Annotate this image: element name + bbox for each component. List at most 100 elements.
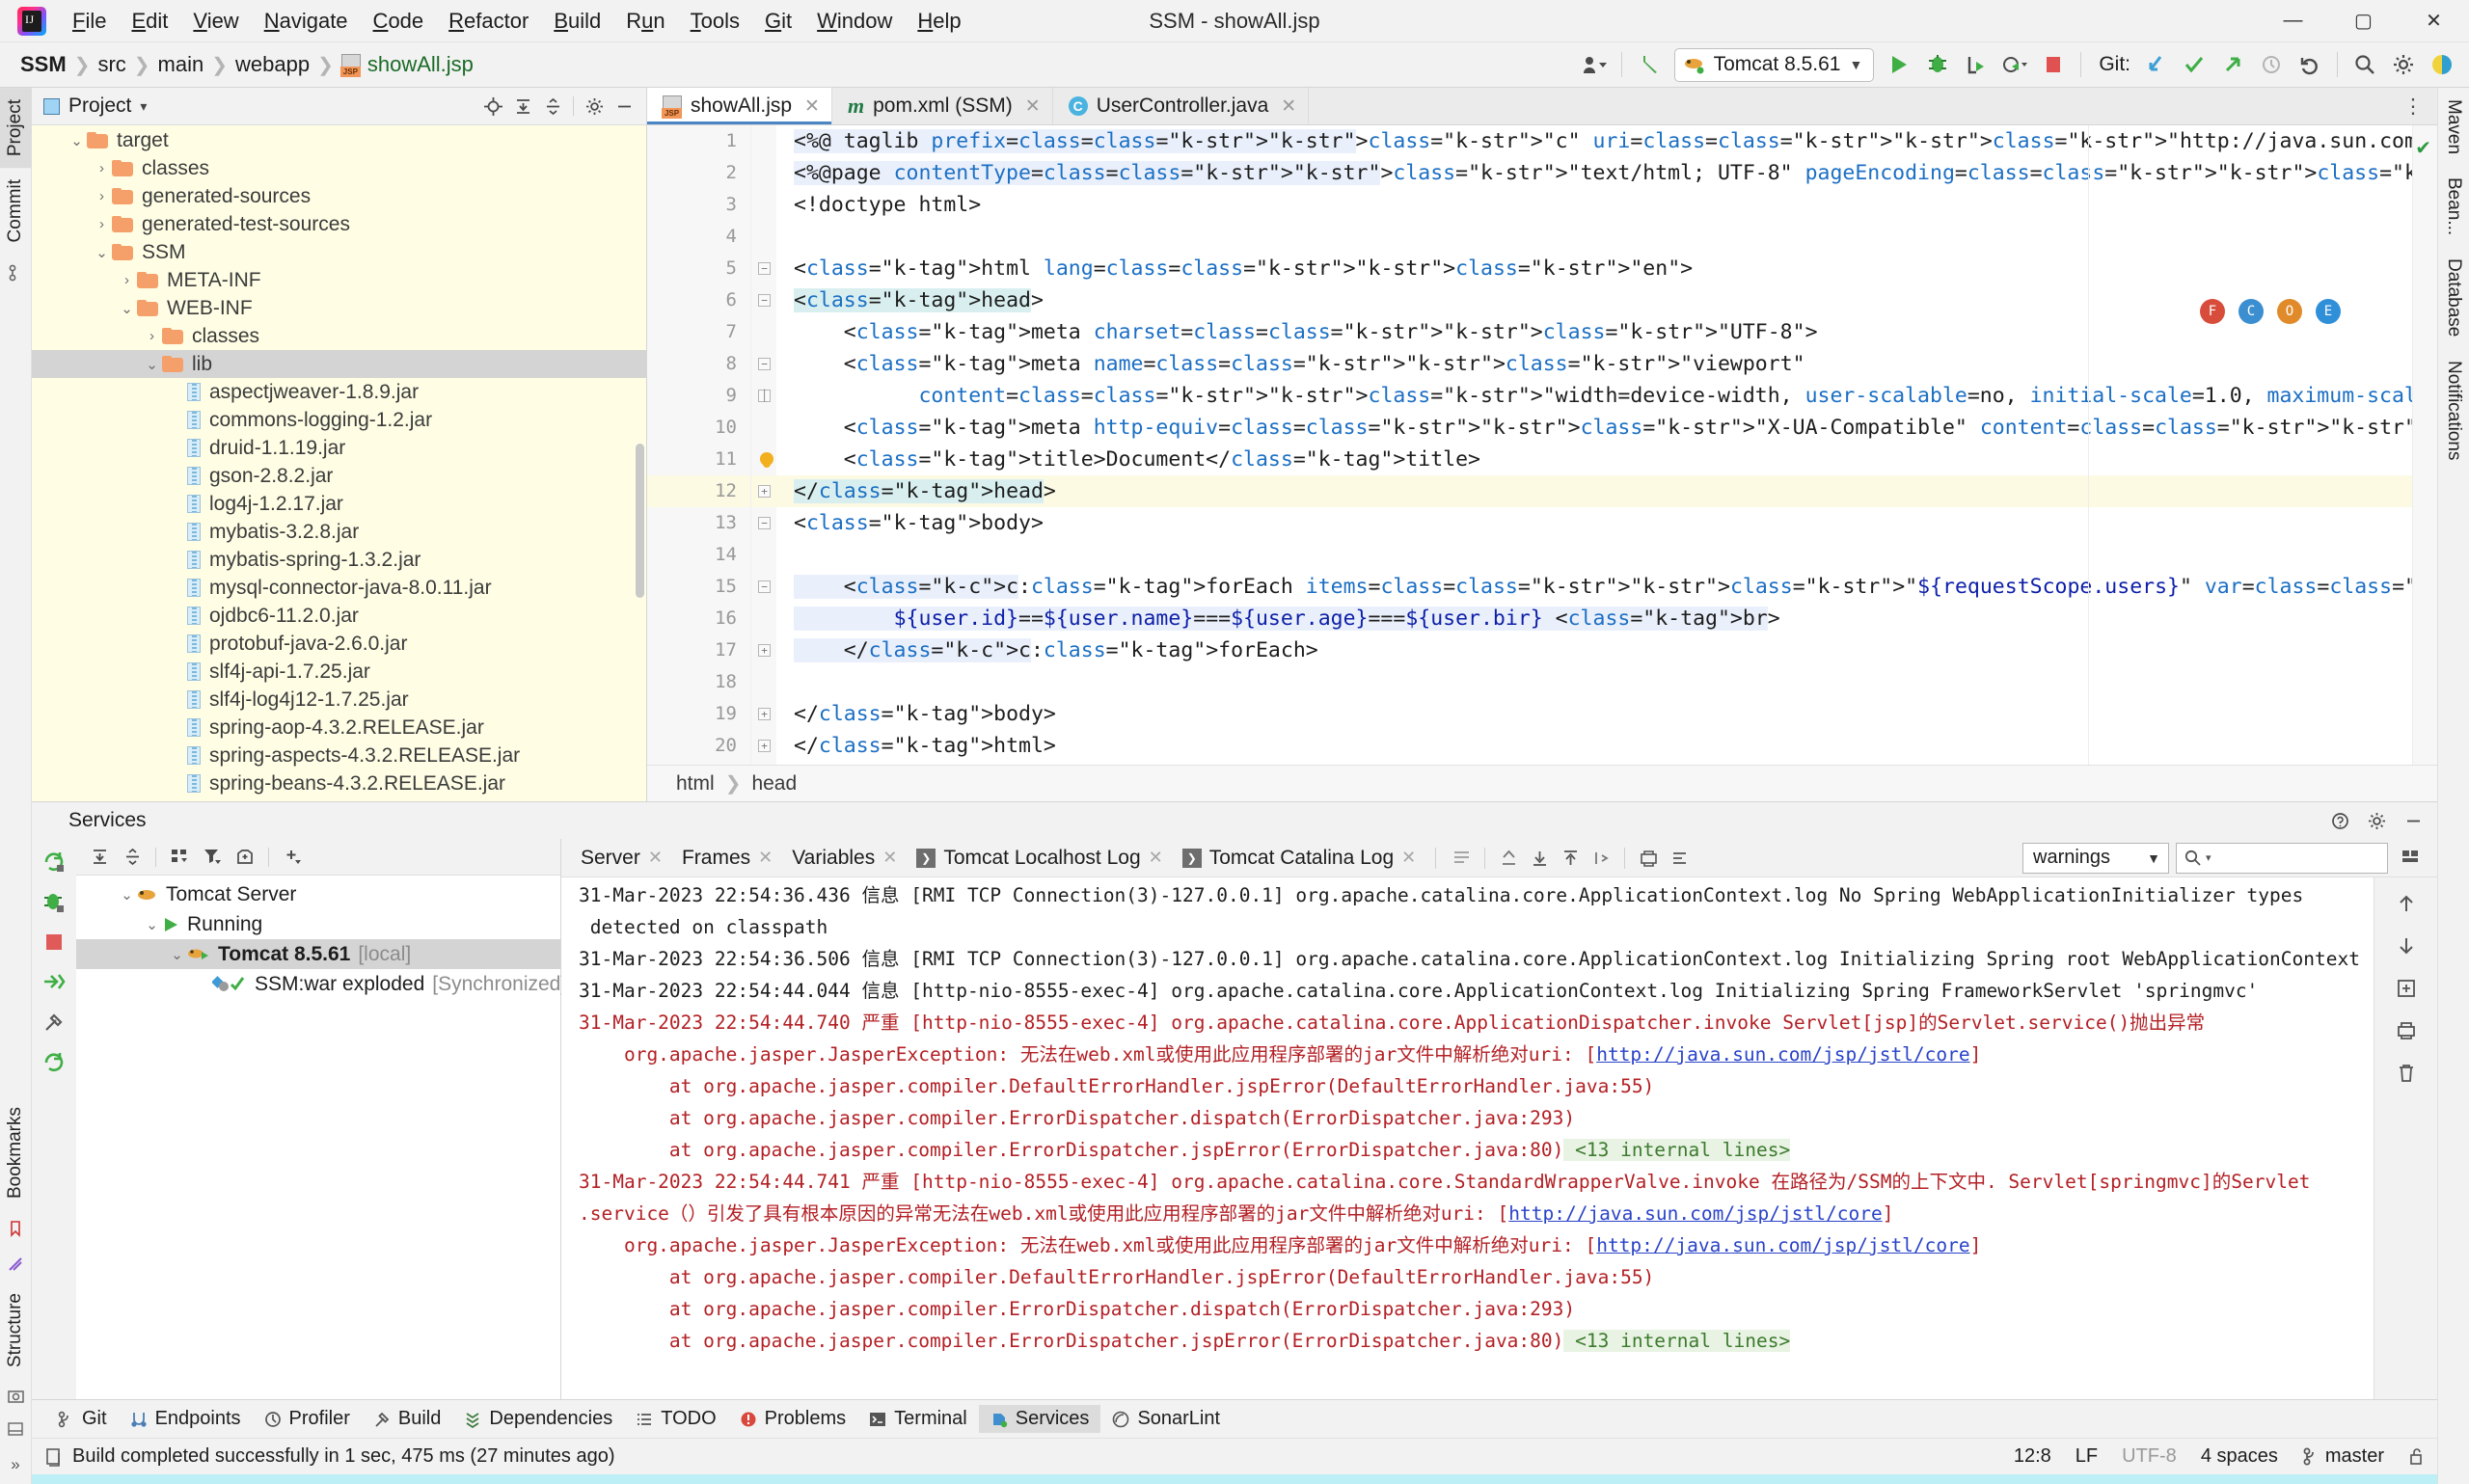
tab-usercontroller-java[interactable]: C UserController.java ✕ — [1053, 88, 1310, 124]
code-line[interactable]: <%@page contentType=class=class="k-str">… — [776, 157, 2437, 189]
build-hammer-icon[interactable] — [42, 1011, 66, 1034]
console-output[interactable]: 31-Mar-2023 22:54:36.436 信息 [RMI TCP Con… — [561, 877, 2374, 1399]
project-tree-row[interactable]: › generated-sources — [32, 182, 646, 210]
edge-preview-icon[interactable]: E — [2316, 299, 2341, 324]
fold-marker[interactable] — [751, 412, 776, 444]
sidebar-item-notifications[interactable]: Notifications — [2437, 349, 2469, 472]
project-tree-row[interactable]: protobuf-java-2.6.0.jar — [32, 630, 646, 658]
project-tree-row[interactable]: aspectjweaver-1.8.9.jar — [32, 378, 646, 406]
project-tree-row[interactable]: ojdbc6-11.2.0.jar — [32, 602, 646, 630]
print-icon[interactable] — [1633, 844, 1664, 873]
print-icon[interactable] — [2396, 1020, 2417, 1041]
minimize-button[interactable]: — — [2258, 0, 2328, 41]
refresh-icon[interactable] — [42, 1051, 66, 1074]
fold-marker[interactable] — [751, 316, 776, 348]
run-icon[interactable] — [1880, 46, 1918, 83]
tree-twisty-icon[interactable]: ⌄ — [167, 946, 187, 963]
breadcrumb[interactable]: SSM ❯ src ❯ main ❯ webapp ❯ JSP showAll.… — [14, 50, 480, 79]
console-search-input[interactable]: ▾ — [2176, 842, 2388, 874]
scroll-up-icon[interactable] — [1493, 844, 1524, 873]
tree-twisty-icon[interactable]: ⌄ — [117, 300, 137, 317]
close-icon[interactable]: ✕ — [804, 95, 820, 118]
services-tree[interactable]: ⌄ Tomcat Server ⌄ Running ⌄ Tomcat 8.5.61 [loc… — [76, 876, 566, 1399]
code-line[interactable]: <class="k-tag">meta charset=class=class=… — [776, 316, 2437, 348]
console-link[interactable]: http://java.sun.com/jsp/jstl/core — [1596, 1043, 1969, 1066]
code-line[interactable]: <class="k-tag">meta name=class=class="k-… — [776, 348, 2437, 380]
services-tree-row[interactable]: ⌄ Tomcat 8.5.61 [local] — [76, 939, 560, 969]
settings-icon[interactable] — [2362, 806, 2391, 835]
project-panel-title-group[interactable]: Project ▾ — [43, 94, 147, 118]
menu-item-refactor[interactable]: Refactor — [436, 5, 541, 38]
export-icon[interactable] — [2396, 978, 2417, 999]
tool-window-problems[interactable]: Problems — [728, 1405, 857, 1433]
close-icon[interactable]: ✕ — [758, 848, 773, 868]
internal-lines-badge[interactable]: <13 internal lines> — [1563, 1330, 1791, 1352]
project-tree-row[interactable]: gson-2.8.2.jar — [32, 462, 646, 490]
hide-icon[interactable] — [2399, 806, 2428, 835]
locate-icon[interactable] — [478, 92, 507, 121]
code-line[interactable]: </class="k-tag">body> — [776, 698, 2437, 730]
log-level-select[interactable]: warnings ▼ — [2022, 842, 2169, 874]
firefox-preview-icon[interactable]: F — [2200, 299, 2225, 324]
project-tree-row[interactable]: ⌄ target — [32, 126, 646, 154]
project-tree-row[interactable]: slf4j-log4j12-1.7.25.jar — [32, 686, 646, 714]
settings-icon[interactable] — [580, 92, 609, 121]
fold-marker[interactable] — [751, 221, 776, 253]
menu-item-code[interactable]: Code — [361, 5, 437, 38]
clear-icon[interactable] — [1664, 844, 1695, 873]
tab-pom-xml[interactable]: m pom.xml (SSM) ✕ — [832, 88, 1053, 124]
tool-window-git[interactable]: Git — [45, 1405, 119, 1433]
fold-marker[interactable] — [751, 603, 776, 634]
fold-marker[interactable]: + — [751, 698, 776, 730]
editor-marker-strip[interactable]: ✔ — [2412, 125, 2437, 765]
sidebar-item-structure[interactable]: Structure — [0, 1282, 32, 1379]
scroll-up-arrow-icon[interactable] — [2396, 893, 2417, 914]
more-icon[interactable]: » — [11, 1455, 19, 1474]
project-tree-scrollbar[interactable] — [636, 444, 644, 598]
menu-item-file[interactable]: File — [60, 5, 119, 38]
project-tree-row[interactable]: mysql-connector-java-8.0.11.jar — [32, 574, 646, 602]
close-icon[interactable]: ✕ — [648, 848, 663, 868]
back-arrow-icon[interactable] — [1630, 46, 1669, 83]
project-tree-row[interactable]: › META-INF — [32, 266, 646, 294]
project-tree-row[interactable]: commons-logging-1.2.jar — [32, 406, 646, 434]
expand-all-icon[interactable] — [508, 92, 537, 121]
fold-marker[interactable] — [751, 189, 776, 221]
project-tree-row[interactable]: spring-aop-4.3.2.RELEASE.jar — [32, 714, 646, 742]
hide-icon[interactable] — [610, 92, 638, 121]
sidebar-item-commit[interactable]: Commit — [0, 168, 32, 254]
fold-marker[interactable] — [751, 125, 776, 157]
debug-icon[interactable] — [42, 891, 66, 914]
code-line[interactable]: <class="k-tag">head> — [776, 284, 2437, 316]
tool-window-services[interactable]: Services — [978, 1405, 1101, 1433]
scroll-to-end-icon[interactable] — [1586, 844, 1616, 873]
project-tree-row[interactable]: ⌄ WEB-INF — [32, 294, 646, 322]
chevron-down-icon[interactable]: ▾ — [140, 98, 147, 115]
fold-marker[interactable] — [751, 157, 776, 189]
git-update-icon[interactable] — [2136, 46, 2175, 83]
project-tree-row[interactable]: druid-1.1.19.jar — [32, 434, 646, 462]
menu-item-run[interactable]: Run — [613, 5, 677, 38]
chrome-preview-icon[interactable]: C — [2238, 299, 2264, 324]
project-tree-row[interactable]: ⌄ lib — [32, 350, 646, 378]
tool-window-dependencies[interactable]: Dependencies — [452, 1405, 624, 1433]
filter-icon[interactable] — [197, 843, 228, 872]
project-tree-row[interactable]: › classes — [32, 154, 646, 182]
editor-body[interactable]: 1 2 3 4 5 6 7 8 9 10 11 12 13 14 15 16 17 18 19 20 − − − │ + − − +… — [647, 125, 2437, 765]
tree-twisty-icon[interactable]: ⌄ — [92, 244, 112, 261]
tree-twisty-icon[interactable]: › — [117, 272, 137, 288]
code-line[interactable]: </class="k-tag">html> — [776, 730, 2437, 762]
console-link[interactable]: http://java.sun.com/jsp/jstl/core — [1596, 1234, 1969, 1256]
menu-item-git[interactable]: Git — [752, 5, 804, 38]
project-tree-row[interactable]: mybatis-3.2.8.jar — [32, 518, 646, 546]
tree-twisty-icon[interactable]: ⌄ — [142, 356, 162, 373]
code-line[interactable]: <%@ taglib prefix=class=class="k-str">"k… — [776, 125, 2437, 157]
window-controls[interactable]: — ▢ ✕ — [2258, 0, 2469, 41]
project-tree-row[interactable]: log4j-1.2.17.jar — [32, 490, 646, 518]
caret-position[interactable]: 12:8 — [2014, 1445, 2051, 1468]
menu-item-help[interactable]: Help — [905, 5, 973, 38]
group-icon[interactable] — [164, 843, 195, 872]
close-button[interactable]: ✕ — [2399, 0, 2469, 41]
git-commit-icon[interactable] — [2175, 46, 2213, 83]
editor-structure-breadcrumb[interactable]: html ❯ head — [647, 765, 2437, 801]
